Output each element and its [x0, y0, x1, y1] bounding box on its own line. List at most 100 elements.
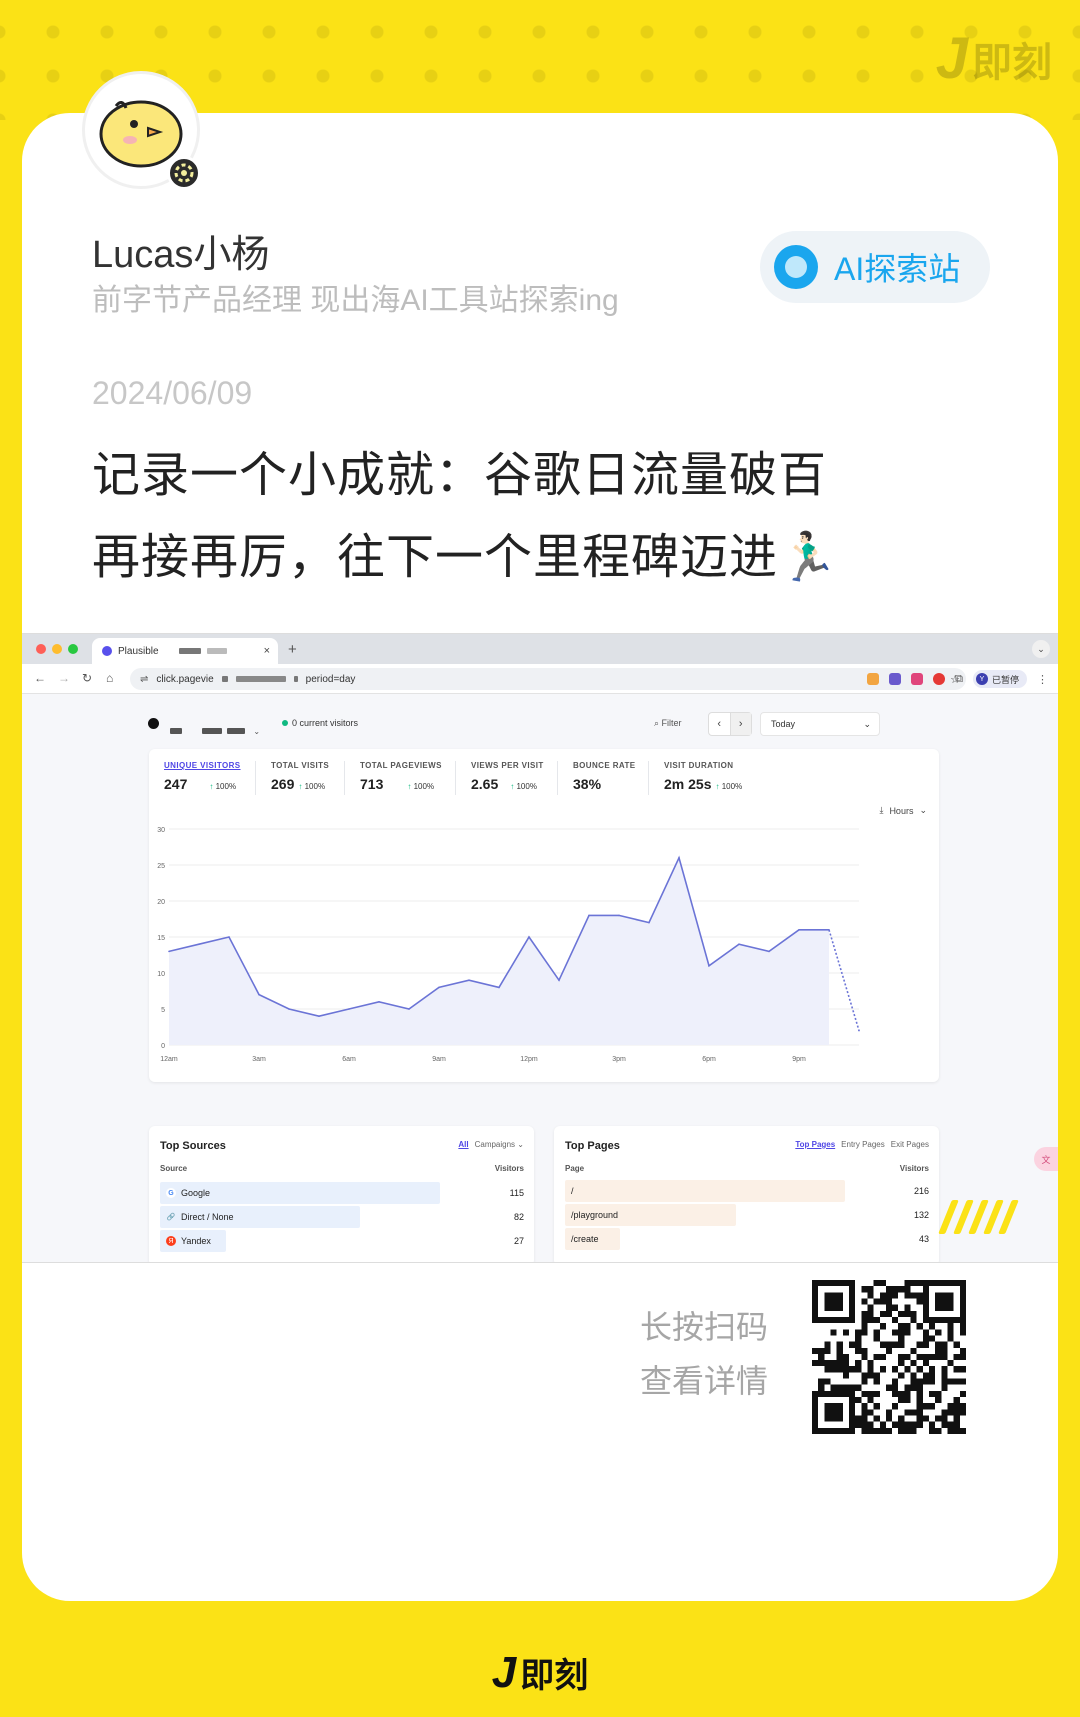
top-pages-panel: Top Pages Top Pages Entry Pages Exit Pag…	[554, 1126, 939, 1262]
chick-avatar-icon	[99, 100, 183, 168]
qr-hint-line-2: 查看详情	[640, 1363, 769, 1399]
tab-exit-pages[interactable]: Exit Pages	[891, 1140, 929, 1149]
maximize-window-icon[interactable]	[68, 644, 78, 654]
browser-tab[interactable]: Plausible ×	[92, 638, 278, 664]
previous-period-icon[interactable]: ‹	[709, 713, 730, 735]
url-suffix: period=day	[305, 673, 356, 685]
metric-unique-visitors[interactable]: UNIQUE VISITORS 247 ↑ 100%	[164, 761, 241, 797]
site-favicon-icon	[148, 718, 159, 729]
metric-total-visits[interactable]: TOTAL VISITS 269 ↑ 100%	[271, 761, 329, 797]
translate-float-icon[interactable]: 文	[1034, 1147, 1058, 1171]
extension-icon[interactable]	[867, 673, 880, 685]
x-tick-label: 3pm	[612, 1056, 626, 1063]
top-sources-panel: Top Sources All Campaigns ⌄ Source Visit…	[149, 1126, 534, 1262]
qr-code[interactable]	[812, 1280, 966, 1434]
verified-badge-icon	[167, 156, 201, 190]
tab-top-pages[interactable]: Top Pages	[795, 1140, 835, 1149]
home-icon[interactable]: ⌂	[106, 671, 113, 685]
y-tick-label: 20	[157, 899, 165, 906]
extension-icon[interactable]	[889, 673, 902, 685]
x-tick-label: 3am	[252, 1056, 266, 1063]
x-tick-label: 9pm	[792, 1056, 806, 1063]
metric-change: ↑ 100%	[715, 782, 743, 791]
current-visitors[interactable]: 0 current visitors	[282, 718, 358, 728]
author-name[interactable]: Lucas小杨	[92, 223, 269, 278]
filter-button[interactable]: ⌕ Filter	[654, 718, 682, 729]
next-period-icon[interactable]: ›	[729, 713, 751, 735]
data-point	[198, 943, 200, 945]
metric-views-per-visit[interactable]: VIEWS PER VISIT 2.65 ↑ 100%	[471, 761, 544, 797]
data-point	[798, 929, 800, 931]
list-item[interactable]: /create 43	[565, 1228, 929, 1250]
metric-bounce-rate[interactable]: BOUNCE RATE 38%	[573, 761, 635, 797]
topic-tag[interactable]: AI探索站	[760, 231, 990, 303]
avatar[interactable]	[82, 71, 201, 190]
new-tab-icon[interactable]: +	[288, 641, 297, 658]
tab-all[interactable]: All	[458, 1140, 468, 1149]
close-window-icon[interactable]	[36, 644, 46, 654]
metric-value: 2.65	[471, 776, 499, 792]
address-bar[interactable]: ⇌ click.pagevie period=day ⇆ ☆	[130, 668, 966, 690]
tab-campaigns-label: Campaigns	[474, 1140, 516, 1149]
period-label: Today	[771, 719, 796, 729]
divider	[557, 761, 558, 795]
qr-hint-line-1: 长按扫码	[640, 1309, 769, 1345]
y-tick-label: 5	[161, 1007, 165, 1014]
extension-icon[interactable]	[911, 673, 924, 685]
minimize-window-icon[interactable]	[52, 644, 62, 654]
adblock-icon[interactable]	[933, 673, 946, 685]
metric-visit-duration[interactable]: VISIT DURATION 2m 25s ↑ 100%	[664, 761, 742, 797]
tab-close-icon[interactable]: ×	[264, 645, 270, 657]
forward-icon[interactable]: →	[58, 671, 70, 685]
back-icon[interactable]: ←	[34, 671, 46, 685]
profile-paused-button[interactable]: Y 已暂停	[972, 670, 1027, 688]
metric-label: TOTAL VISITS	[271, 761, 330, 770]
reload-icon[interactable]: ↻	[82, 671, 92, 685]
list-item[interactable]: 🔗 Direct / None 82	[160, 1206, 524, 1228]
blurred-text	[206, 648, 227, 654]
data-point	[618, 914, 620, 917]
decorative-slashes	[938, 1200, 1019, 1234]
data-point	[288, 1008, 290, 1010]
list-item[interactable]: Я Yandex 27	[160, 1230, 524, 1252]
tab-campaigns[interactable]: Campaigns ⌄	[475, 1140, 524, 1149]
tab-entry-pages[interactable]: Entry Pages	[841, 1140, 885, 1149]
metric-value: 2m 25s	[664, 776, 712, 792]
filter-label: Filter	[661, 718, 682, 728]
chevron-down-icon: ⌄	[253, 727, 261, 736]
list-item[interactable]: /playground 132	[565, 1204, 929, 1226]
url-prefix: click.pagevie	[156, 673, 214, 685]
site-settings-icon[interactable]: ⇌	[140, 674, 148, 685]
download-icon[interactable]: ⤓	[879, 805, 883, 816]
data-point	[558, 979, 560, 981]
x-tick-label: 6am	[342, 1056, 356, 1063]
more-menu-icon[interactable]: ⋮	[1037, 673, 1048, 686]
link-icon: 🔗	[166, 1214, 176, 1221]
row-value: 216	[913, 1186, 929, 1196]
metric-value: 247	[164, 776, 188, 792]
list-item[interactable]: G Google 115	[160, 1182, 524, 1204]
data-point	[318, 1015, 320, 1017]
puzzle-icon[interactable]: ⧉	[955, 673, 963, 686]
data-point	[468, 979, 470, 981]
plausible-logo-icon	[102, 646, 112, 656]
site-switcher[interactable]: ⌄	[170, 721, 260, 739]
y-tick-label: 30	[157, 827, 165, 834]
chevron-down-icon[interactable]: ⌄	[1032, 640, 1050, 658]
topic-icon	[774, 245, 818, 289]
data-point	[648, 921, 650, 924]
row-label: Yandex	[181, 1236, 211, 1246]
visitors-line-chart[interactable]: 0 5 10 15 20 25 30 12am 3am 6am 9am 12pm 3pm 6pm 9pm	[149, 819, 939, 1079]
post-image-screenshot[interactable]: Plausible × + ⌄ ← → ↻ ⌂ ⇌ click.pagevie …	[22, 633, 1058, 1263]
interval-select[interactable]: ⤓ Hours ⌄	[879, 805, 927, 816]
brand-name: 即刻	[520, 1657, 589, 1695]
metric-total-pageviews[interactable]: TOTAL PAGEVIEWS 713 ↑ 100%	[360, 761, 442, 797]
row-label: Google	[181, 1188, 211, 1198]
x-tick-label: 12am	[160, 1056, 178, 1063]
period-select[interactable]: Today ⌄	[760, 712, 880, 736]
metric-value: 269	[271, 776, 295, 792]
browser-tab-bar: Plausible × + ⌄	[22, 634, 1058, 664]
list-item[interactable]: / 216	[565, 1180, 929, 1202]
metric-change: ↑ 100%	[209, 782, 237, 791]
series-line-partial	[828, 929, 860, 1031]
